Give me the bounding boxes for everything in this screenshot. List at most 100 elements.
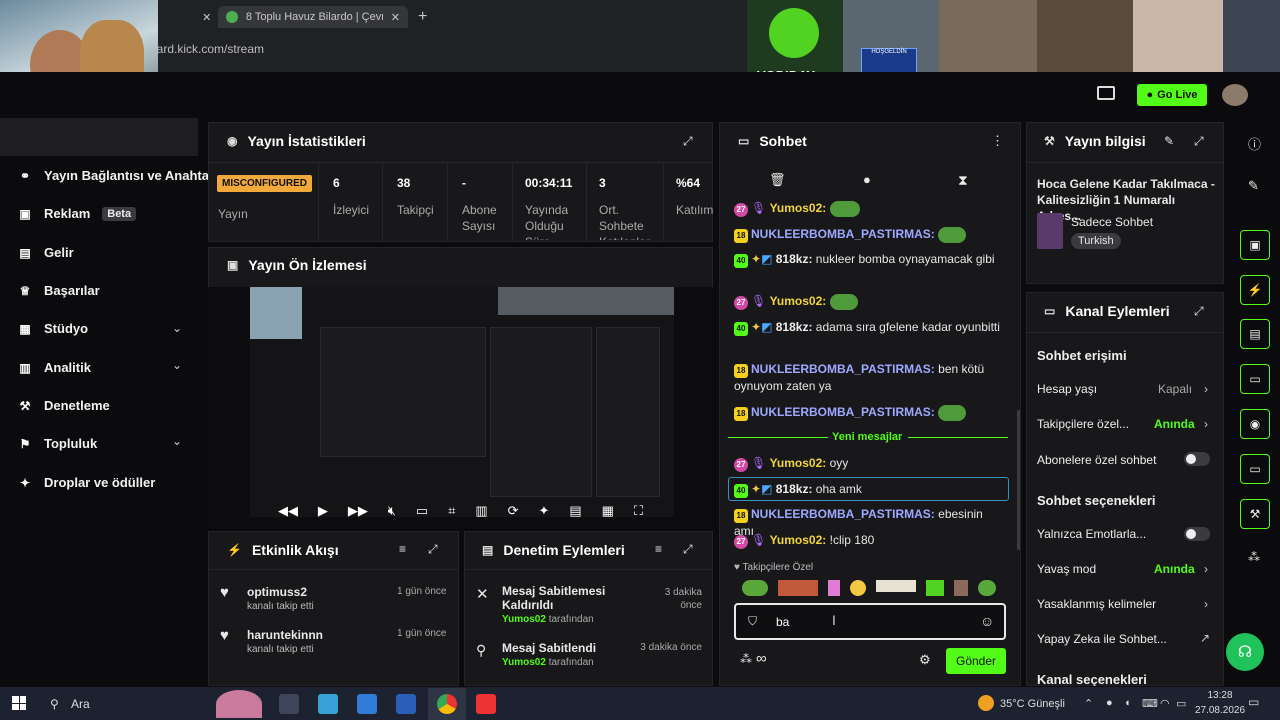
chevron-down-icon[interactable]: ⌄ xyxy=(172,321,182,335)
chevron-right-icon[interactable]: › xyxy=(1204,597,1208,611)
emote-icon[interactable] xyxy=(828,580,840,596)
fast-forward-icon[interactable]: ▶▶ xyxy=(348,503,368,519)
language-icon[interactable]: ⌨ xyxy=(1142,697,1158,710)
chat-message[interactable]: 18 NUKLEERBOMBA_PASTIRMAS: ben kötü oynuy… xyxy=(734,361,1006,394)
chat-username[interactable]: NUKLEERBOMBA_PASTIRMAS xyxy=(751,507,931,521)
go-live-button[interactable]: ● Go Live xyxy=(1137,84,1207,106)
chevron-down-icon[interactable]: ⌄ xyxy=(172,434,182,448)
chat-scrollbar[interactable] xyxy=(1017,410,1020,550)
account-age-label[interactable]: Hesap yaşı xyxy=(1037,382,1097,396)
pdf-icon[interactable] xyxy=(476,694,496,714)
slow-mode-label[interactable]: Yavaş mod xyxy=(1037,562,1096,576)
gear-icon[interactable]: ⚙ xyxy=(919,652,931,668)
notification-icon[interactable]: ▭ xyxy=(1248,695,1259,709)
chat-message[interactable]: 27 🎙︎ Yumos02: xyxy=(734,200,1006,217)
moderator-name[interactable]: Yumos02 xyxy=(502,614,546,625)
chat-username[interactable]: NUKLEERBOMBA_PASTIRMAS xyxy=(751,405,931,419)
chevron-right-icon[interactable]: › xyxy=(1204,417,1208,431)
sidebar-item-revenue[interactable]: ▤ Gelir xyxy=(18,245,73,260)
sidebar-item-community[interactable]: ⚑ Topluluk xyxy=(18,436,98,451)
sidebar-item-studio[interactable]: ▦ Stüdyo xyxy=(18,321,88,336)
sparkle-icon[interactable]: ✦ xyxy=(539,503,550,519)
info-icon[interactable]: ⓘ xyxy=(1248,134,1261,153)
weather-text[interactable]: 35°C Güneşli xyxy=(1000,698,1065,710)
sidebar-item-drops[interactable]: ✦ Droplar ve ödüller xyxy=(18,475,155,490)
send-button[interactable]: Gönder xyxy=(946,648,1006,674)
emote-icon[interactable] xyxy=(876,580,916,592)
filter-icon[interactable]: ≡ xyxy=(655,542,662,556)
emote-icon[interactable] xyxy=(926,580,944,596)
chat-username[interactable]: Yumos02 xyxy=(770,201,823,215)
subs-only-toggle[interactable] xyxy=(1184,452,1210,466)
task-view-icon[interactable] xyxy=(279,694,299,714)
browser-tab-1[interactable]: d ✕ xyxy=(150,6,211,28)
edit-icon[interactable]: ✎ xyxy=(1248,178,1259,194)
windows-start-icon[interactable] xyxy=(12,696,26,710)
chevron-down-icon[interactable]: ⌄ xyxy=(172,358,182,372)
activity-toggle-button[interactable]: ⚡ xyxy=(1240,275,1270,305)
chat-message[interactable]: 40 ✦◩ 818kz: nukleer bomba oynayamacak gi… xyxy=(734,251,1006,268)
search-icon[interactable]: ⚲ xyxy=(50,697,59,711)
browser-tab-2[interactable]: 8 Toplu Havuz Bilardo | Çevrim... ✕ xyxy=(218,6,408,28)
chat-message[interactable]: 18 NUKLEERBOMBA_PASTIRMAS: xyxy=(734,226,1006,243)
chat-bubble-icon[interactable]: ● xyxy=(863,172,871,187)
app-icon[interactable] xyxy=(318,694,338,714)
sidebar-item-ads[interactable]: ▣ Reklam Beta xyxy=(18,206,137,221)
battery-icon[interactable]: ▭ xyxy=(1176,697,1186,710)
emotes-only-toggle[interactable] xyxy=(1184,527,1210,541)
activity-user[interactable]: optimuss2 xyxy=(247,585,307,599)
chevron-up-icon[interactable]: ⌃ xyxy=(1084,697,1093,710)
chat-username[interactable]: Yumos02 xyxy=(770,533,823,547)
chat-message[interactable]: 27 🎙︎ Yumos02: !clip 180 xyxy=(734,532,1006,549)
close-tab-icon[interactable]: ✕ xyxy=(202,11,211,24)
chat-message[interactable]: 27 🎙︎ Yumos02: oyy xyxy=(734,455,1006,472)
expand-icon[interactable]: ⤢ xyxy=(1194,134,1204,149)
stream-info-toggle-button[interactable]: ⚒ xyxy=(1240,499,1270,529)
fullscreen-icon[interactable]: ⛶ xyxy=(634,503,643,519)
chat-message[interactable]: 27 🎙︎ Yumos02: xyxy=(734,293,1006,310)
ai-chat-label[interactable]: Yapay Zeka ile Sohbet... xyxy=(1037,632,1167,646)
volume-icon[interactable]: ◖ xyxy=(1124,697,1131,709)
chat-message[interactable]: 40 ✦◩ 818kz: adama sıra gfelene kadar oyu… xyxy=(734,319,1006,336)
chat-username[interactable]: NUKLEERBOMBA_PASTIRMAS xyxy=(751,227,931,241)
chat-username[interactable]: Yumos02 xyxy=(770,294,823,308)
chat-input[interactable]: ⛉ ba I ☺ xyxy=(734,603,1006,640)
emote-icon[interactable] xyxy=(850,580,866,596)
chevron-right-icon[interactable]: › xyxy=(1204,382,1208,396)
expand-icon[interactable]: ⤢ xyxy=(683,542,693,557)
emote-icon[interactable] xyxy=(954,580,968,596)
address-bar[interactable]: oard.kick.com/stream xyxy=(150,42,264,56)
word-icon[interactable] xyxy=(396,694,416,714)
activity-user[interactable]: haruntekinnn xyxy=(247,628,323,642)
mute-icon[interactable]: 🔇︎ xyxy=(388,503,396,519)
emoji-icon[interactable]: ☺ xyxy=(980,613,994,629)
frog-emote-icon[interactable] xyxy=(978,580,996,596)
expand-icon[interactable]: ⤢ xyxy=(1194,304,1204,319)
microphone-icon[interactable]: ● xyxy=(1106,697,1113,709)
chrome-icon[interactable] xyxy=(437,694,457,714)
clock-date[interactable]: 27.08.2026 xyxy=(1194,705,1246,716)
preview-toggle-button[interactable]: ▣ xyxy=(1240,230,1270,260)
chat-message[interactable]: 18 NUKLEERBOMBA_PASTIRMAS: xyxy=(734,404,1006,421)
external-link-icon[interactable]: ↗ xyxy=(1200,631,1210,645)
clock-time[interactable]: 13:28 xyxy=(1200,690,1240,701)
chat-username[interactable]: Yumos02 xyxy=(770,456,823,470)
store-icon[interactable] xyxy=(357,694,377,714)
close-tab-icon[interactable]: ✕ xyxy=(391,11,400,24)
moderation-toggle-button[interactable]: ▤ xyxy=(1240,319,1270,349)
gift-icon[interactable]: ⁂ xyxy=(740,652,752,666)
sidebar-item-moderation[interactable]: ⚒ Denetleme xyxy=(18,398,110,413)
expand-icon[interactable]: ⤢ xyxy=(683,134,693,149)
moderator-name[interactable]: Yumos02 xyxy=(502,657,546,668)
avatar[interactable] xyxy=(1222,84,1248,106)
stats-toggle-button[interactable]: ◉ xyxy=(1240,409,1270,439)
taskbar-search[interactable]: Ara xyxy=(71,697,90,711)
infinity-icon[interactable]: ∞ xyxy=(756,650,767,667)
rewind-icon[interactable]: ◀◀ xyxy=(278,503,298,519)
followers-only-label[interactable]: Takipçilere özel... xyxy=(1037,417,1129,431)
chevron-right-icon[interactable]: › xyxy=(1204,562,1208,576)
pip-icon[interactable]: ▦ xyxy=(602,503,614,519)
frog-emote-icon[interactable] xyxy=(742,580,768,596)
chart-icon[interactable]: ▥ xyxy=(475,503,487,519)
banned-words-label[interactable]: Yasaklanmış kelimeler xyxy=(1037,597,1156,611)
